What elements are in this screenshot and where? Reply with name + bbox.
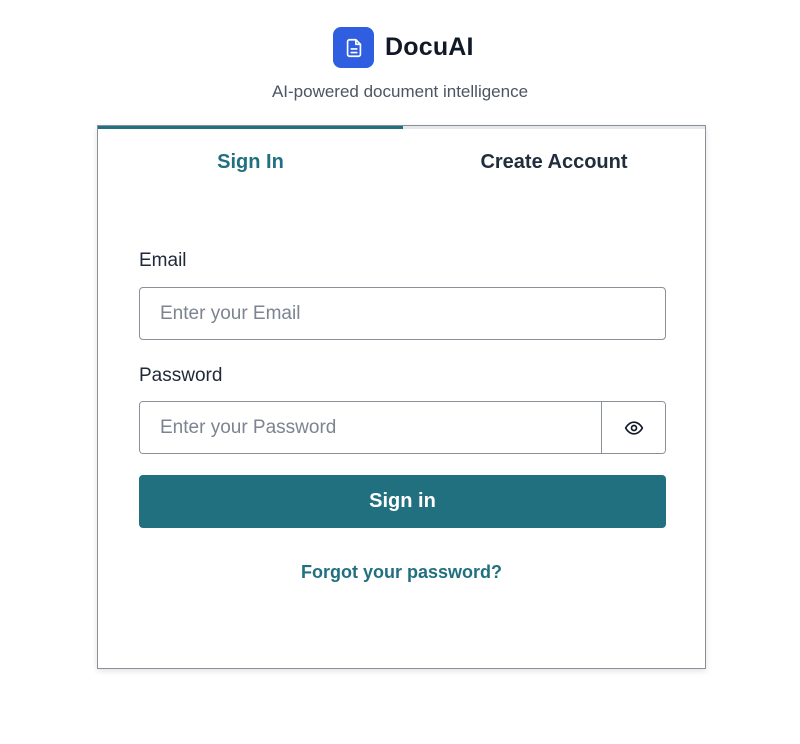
password-input[interactable] xyxy=(140,402,601,453)
forgot-password-link[interactable]: Forgot your password? xyxy=(98,562,705,583)
tab-sign-in[interactable]: Sign In xyxy=(98,126,403,196)
sign-in-button[interactable]: Sign in xyxy=(139,475,666,528)
document-icon xyxy=(333,27,374,68)
email-label: Email xyxy=(139,250,187,271)
auth-tabs: Sign In Create Account xyxy=(98,126,705,196)
eye-icon xyxy=(624,418,644,438)
brand: DocuAI xyxy=(333,27,474,68)
email-input[interactable] xyxy=(139,287,666,340)
tagline: AI-powered document intelligence xyxy=(271,82,529,101)
show-password-button[interactable] xyxy=(601,402,665,453)
password-field-group xyxy=(139,401,666,454)
auth-card: Sign In Create Account Email Password Si… xyxy=(97,125,706,669)
brand-name: DocuAI xyxy=(385,33,474,61)
password-label: Password xyxy=(139,365,223,386)
tab-create-account[interactable]: Create Account xyxy=(403,126,705,196)
